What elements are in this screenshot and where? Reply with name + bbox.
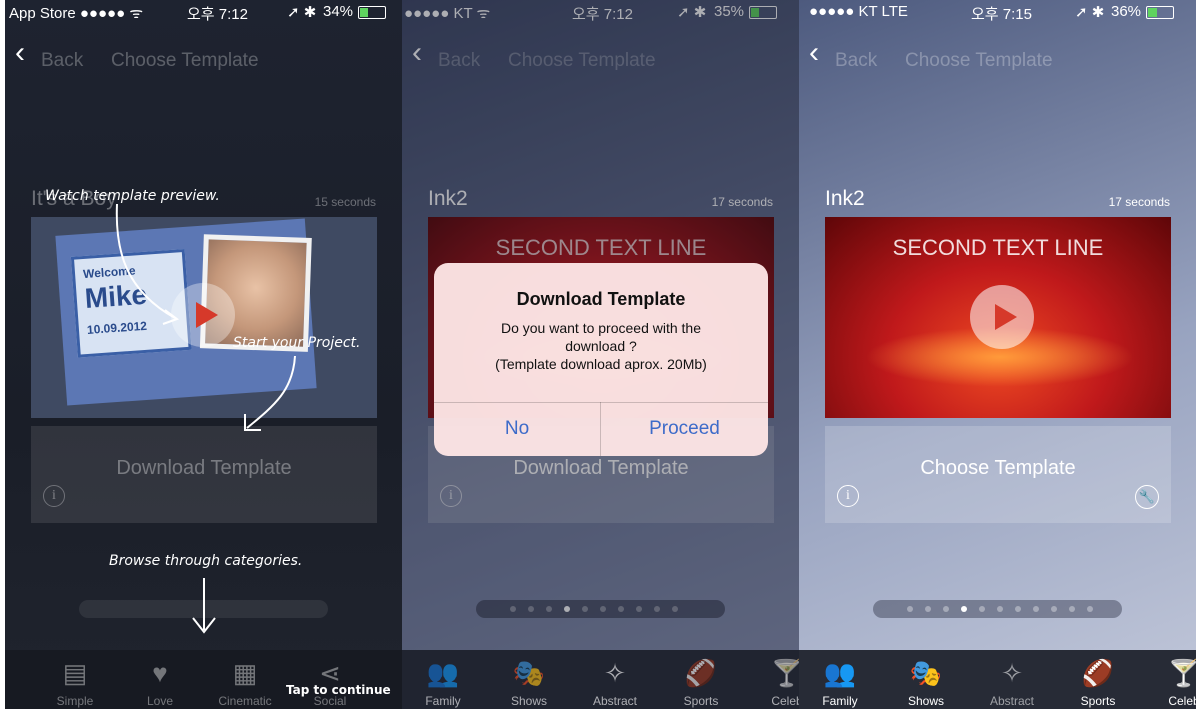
alert-message-line2: download ? [565,338,637,354]
play-button[interactable] [970,285,1034,349]
template-preview-video[interactable]: SECOND TEXT LINE [825,217,1171,418]
page-dot [943,606,949,612]
screen-choose-template: ●●●●● KT LTE 오후 7:15 ➚ ✱ 36% ‹ Back Choo… [799,0,1196,709]
status-time: 오후 7:15 [971,6,1032,23]
alert-message-line3: (Template download aprox. 20Mb) [495,356,707,372]
category-tab-bar: 👥 Family 🎭 Shows ✧ Abstract 🏈 Sports 🍸 C… [799,650,1196,709]
status-carrier: ●●●●● KT LTE [809,3,908,20]
choose-template-button[interactable]: Choose Template i 🔧 [825,426,1171,523]
tab-label: Celeb [1168,694,1196,708]
battery-icon [1146,6,1174,19]
choose-template-label: Choose Template [920,457,1076,479]
wand-icon: ✧ [1001,658,1023,688]
alert-title: Download Template [516,289,686,309]
info-icon[interactable]: i [837,485,859,507]
page-indicator[interactable] [873,600,1122,618]
back-button[interactable]: Back [835,50,877,72]
back-chevron-icon[interactable]: ‹ [809,36,819,70]
tab-label: Family [822,694,858,708]
page-dot [1015,606,1021,612]
page-dot [1069,606,1075,612]
nav-title: Choose Template [905,50,1053,71]
masks-icon: 🎭 [909,658,943,688]
status-bar: ●●●●● KT LTE 오후 7:15 ➚ ✱ 36% [799,0,1196,23]
glass-icon: 🍸 [1167,658,1196,688]
page-dot [907,606,913,612]
tab-label: Sports [1080,694,1116,708]
page-dot [1087,606,1093,612]
nav-bar: ‹ Back Choose Template [799,36,1196,84]
location-bluetooth-icon: ➚ ✱ [1075,4,1105,21]
wrench-icon[interactable]: 🔧 [1135,485,1159,509]
tab-label: Abstract [989,694,1034,708]
no-button[interactable]: No [434,402,600,456]
page-dot [925,606,931,612]
status-battery: 36% [1111,3,1142,20]
tab-abstract[interactable]: ✧ Abstract [977,650,1047,709]
football-icon: 🏈 [1081,658,1115,688]
alert-message: Do you want to proceed with the download… [454,319,748,373]
annotation-arrows [115,203,296,634]
page-dot [1051,606,1057,612]
tab-family[interactable]: 👥 Family [805,650,875,709]
tab-label: Shows [907,694,945,708]
page-dot [1033,606,1039,612]
family-icon: 👥 [823,658,857,688]
page-dot-active [961,606,967,612]
template-duration: 17 seconds [1108,195,1170,209]
page-dot [997,606,1003,612]
tab-shows[interactable]: 🎭 Shows [891,650,961,709]
tab-celeb[interactable]: 🍸 Celeb [1149,650,1196,709]
screen-download-dialog: ●●●●● KT ᯤ 오후 7:12 ➚ ✱ 35% ‹ Back Choose… [402,0,799,709]
template-name: Ink2 [825,187,865,210]
proceed-button[interactable]: Proceed [601,402,768,456]
download-alert-dialog: Download Template Do you want to proceed… [434,263,768,456]
battery-fill [1148,8,1157,17]
screen-tutorial: App Store ●●●●● ᯤ 오후 7:12 ➚ ✱ 34% ‹ Back… [5,0,402,709]
tab-sports[interactable]: 🏈 Sports [1063,650,1133,709]
video-text: SECOND TEXT LINE [892,235,1104,260]
alert-message-line1: Do you want to proceed with the [500,320,701,336]
page-dot [979,606,985,612]
